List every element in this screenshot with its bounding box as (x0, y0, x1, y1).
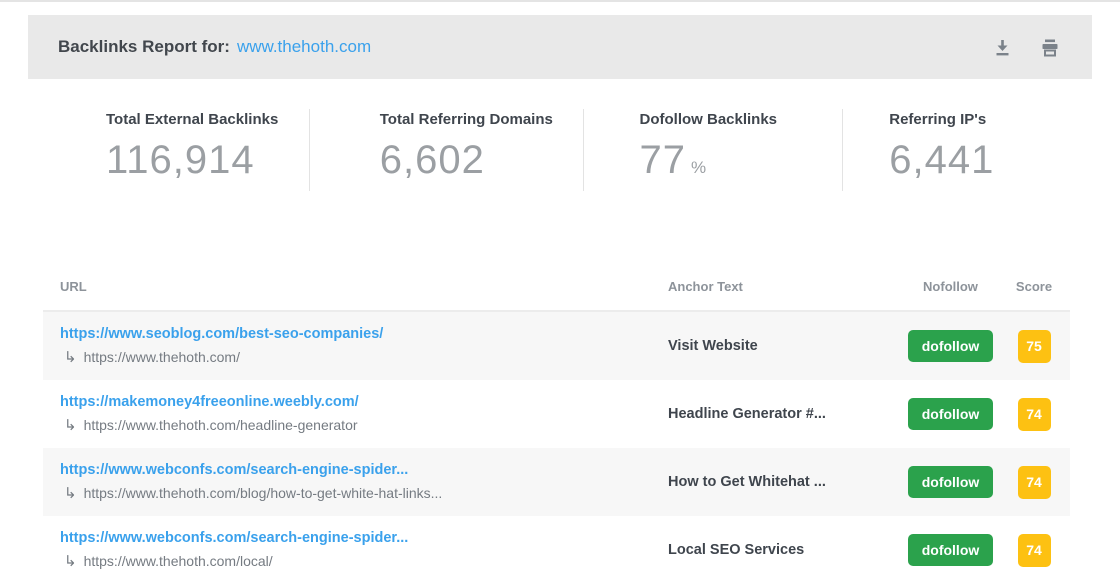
anchor-text: Local SEO Services (668, 542, 903, 558)
stats-summary: Total External Backlinks 116,914 Total R… (28, 109, 1092, 191)
dofollow-badge: dofollow (908, 466, 994, 498)
header-actions (991, 36, 1062, 59)
column-header-nofollow: Nofollow (903, 279, 998, 294)
anchor-text: Visit Website (668, 338, 903, 354)
stat-value: 6,441 (889, 138, 994, 182)
report-header: Backlinks Report for: www.thehoth.com (28, 15, 1092, 79)
table-header-row: URL Anchor Text Nofollow Score (43, 279, 1070, 312)
stat-total-external-backlinks: Total External Backlinks 116,914 (28, 109, 309, 191)
table-row: https://makemoney4freeonline.weebly.com/… (43, 380, 1070, 448)
score-badge: 75 (1018, 330, 1051, 363)
redirect-arrow-icon (64, 552, 77, 570)
percent-suffix: % (691, 158, 706, 177)
stat-referring-ips: Referring IP's 6,441 (842, 109, 1092, 191)
dofollow-badge: dofollow (908, 398, 994, 430)
report-domain-link[interactable]: www.thehoth.com (237, 37, 371, 57)
redirect-arrow-icon (64, 484, 77, 502)
column-header-score: Score (998, 279, 1070, 294)
target-url: https://www.thehoth.com/headline-generat… (84, 417, 358, 433)
backlink-url[interactable]: https://makemoney4freeonline.weebly.com/ (60, 394, 668, 410)
top-border (0, 0, 1120, 2)
score-badge: 74 (1018, 466, 1051, 499)
table-row: https://www.webconfs.com/search-engine-s… (43, 448, 1070, 516)
backlink-url[interactable]: https://www.seoblog.com/best-seo-compani… (60, 326, 668, 342)
score-badge: 74 (1018, 398, 1051, 431)
dofollow-badge: dofollow (908, 330, 994, 362)
dofollow-badge: dofollow (908, 534, 994, 566)
stat-label: Total Referring Domains (380, 111, 583, 128)
anchor-text: Headline Generator #... (668, 406, 903, 422)
target-url: https://www.thehoth.com/blog/how-to-get-… (84, 485, 443, 501)
target-url: https://www.thehoth.com/local/ (84, 553, 273, 569)
table-row: https://www.webconfs.com/search-engine-s… (43, 516, 1070, 583)
stat-value: 116,914 (106, 138, 255, 182)
stat-value: 77 (640, 138, 687, 182)
stat-total-referring-domains: Total Referring Domains 6,602 (309, 109, 583, 191)
stat-label: Total External Backlinks (106, 111, 309, 128)
redirect-arrow-icon (64, 416, 77, 434)
backlinks-table: URL Anchor Text Nofollow Score https://w… (43, 279, 1070, 583)
stat-value: 6,602 (380, 138, 485, 182)
stat-dofollow-backlinks: Dofollow Backlinks 77% (583, 109, 843, 191)
column-header-anchor-text: Anchor Text (668, 279, 903, 294)
redirect-arrow-icon (64, 348, 77, 366)
print-icon[interactable] (1038, 36, 1062, 59)
page-title: Backlinks Report for: (58, 37, 230, 57)
backlink-url[interactable]: https://www.webconfs.com/search-engine-s… (60, 530, 668, 546)
download-icon[interactable] (991, 36, 1014, 59)
table-row: https://www.seoblog.com/best-seo-compani… (43, 312, 1070, 380)
backlink-url[interactable]: https://www.webconfs.com/search-engine-s… (60, 462, 668, 478)
target-url: https://www.thehoth.com/ (84, 349, 240, 365)
stat-label: Dofollow Backlinks (640, 111, 843, 128)
score-badge: 74 (1018, 534, 1051, 567)
stat-label: Referring IP's (889, 111, 1092, 128)
anchor-text: How to Get Whitehat ... (668, 474, 903, 490)
column-header-url: URL (43, 279, 668, 294)
